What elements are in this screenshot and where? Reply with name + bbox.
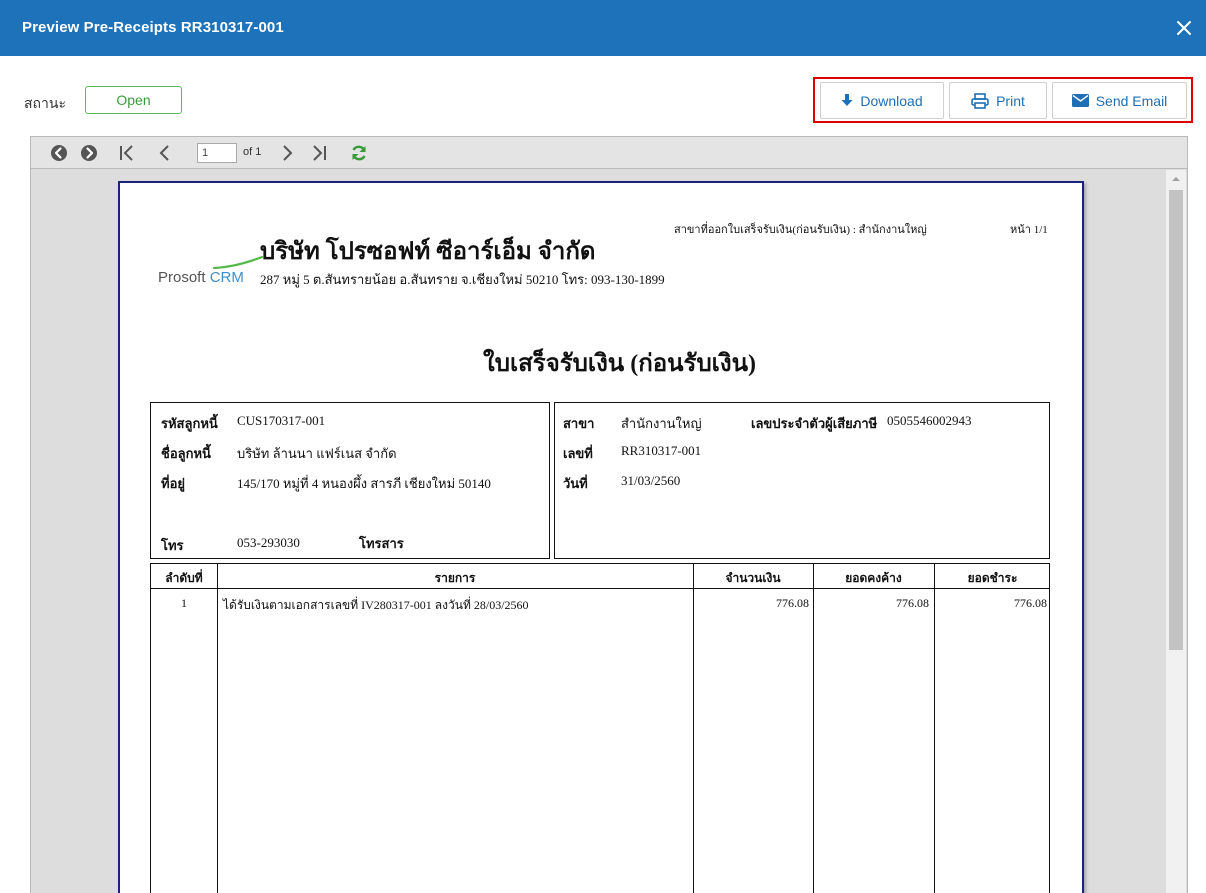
scroll-thumb[interactable] [1169,190,1183,650]
first-page-icon[interactable] [117,143,137,163]
circle-forward-icon[interactable] [79,143,99,163]
table-header-outstanding: ยอดคงค้าง [845,571,902,585]
dialog-title: Preview Pre-Receipts RR310317-001 [22,19,284,36]
table-cell-outstanding: 776.08 [896,596,929,610]
branch-label: สาขา [563,416,595,431]
customer-phone-label: โทร [161,538,184,553]
page-number-input[interactable]: 1 [197,143,237,163]
document-info-box: สาขา สำนักงานใหญ่ เลขประจำตัวผู้เสียภาษี… [554,402,1050,559]
circle-back-icon[interactable] [49,143,69,163]
customer-code-label: รหัสลูกหนี้ [161,416,218,431]
document-date: 31/03/2560 [621,473,681,488]
customer-address: 145/170 หมู่ที่ 4 หนองผึ้ง สารภี เชียงให… [237,476,491,491]
table-cell-index: 1 [181,596,187,610]
document-number: RR310317-001 [621,443,702,458]
customer-name-label: ชื่อลูกหนี้ [161,446,211,461]
report-viewer-toolbar: 1 of 1 [30,136,1188,169]
document-number-label: เลขที่ [563,446,593,461]
status-badge: Open [85,86,182,114]
branch-value: สำนักงานใหญ่ [621,416,702,431]
table-column-divider [693,564,694,893]
next-page-icon[interactable] [277,143,297,163]
table-column-divider [217,564,218,893]
send-email-button-label: Send Email [1095,92,1168,109]
scroll-up-icon[interactable] [1166,170,1186,188]
customer-code: CUS170317-001 [237,413,326,428]
company-address: 287 หมู่ 5 ต.สันทรายน้อย อ.สันทราย จ.เชี… [260,272,665,287]
prev-page-icon[interactable] [155,143,175,163]
table-column-divider [813,564,814,893]
customer-address-label: ที่อยู่ [161,476,185,491]
customer-name: บริษัท ล้านนา แฟร์เนส จำกัด [237,446,397,461]
envelope-icon [1071,94,1089,107]
customer-fax-label: โทรสาร [359,536,404,551]
company-logo: Prosoft CRM [158,247,268,293]
refresh-icon[interactable] [349,143,369,163]
table-header-amount: จำนวนเงิน [725,571,781,585]
print-button[interactable]: Print [949,82,1047,119]
tax-id-label: เลขประจำตัวผู้เสียภาษี [751,416,878,431]
document-title: ใบเสร็จรับเงิน (ก่อนรับเงิน) [483,351,756,377]
table-header-divider [151,588,1049,589]
dialog-title-bar: Preview Pre-Receipts RR310317-001 [0,0,1206,56]
print-icon [971,92,989,109]
table-header-paid: ยอดชำระ [967,571,1018,585]
download-button[interactable]: Download [820,82,944,119]
table-cell-description: ได้รับเงินตามเอกสารเลขที่ IV280317-001 ล… [223,598,529,612]
tax-id-value: 0505546002943 [887,413,972,428]
customer-info-box: รหัสลูกหนี้ CUS170317-001 ชื่อลูกหนี้ บร… [150,402,550,559]
issuing-branch: สาขาที่ออกใบเสร็จรับเงิน(ก่อนรับเงิน) : … [674,224,927,236]
customer-phone: 053-293030 [237,535,300,550]
close-icon[interactable] [1174,18,1194,38]
table-header-description: รายการ [434,571,476,585]
page-number: หน้า 1/1 [1010,224,1048,236]
company-name: บริษัท โปรซอฟท์ ซีอาร์เอ็ม จำกัด [260,239,596,265]
last-page-icon[interactable] [309,143,329,163]
page-total-label: of 1 [243,146,262,158]
download-button-label: Download [860,92,923,109]
download-arrow-icon [841,94,853,106]
items-table: ลำดับที่ รายการ จำนวนเงิน ยอดคงค้าง ยอดช… [150,563,1050,893]
send-email-button[interactable]: Send Email [1052,82,1187,119]
table-cell-paid: 776.08 [1014,596,1047,610]
logo-text: Prosoft CRM [158,269,244,286]
logo-text-accent: CRM [209,269,244,286]
status-label: สถานะ [24,95,66,111]
receipt-document-page: Prosoft CRM บริษัท โปรซอฟท์ ซีอาร์เอ็ม จ… [118,181,1084,893]
table-cell-amount: 776.08 [776,596,809,610]
print-button-label: Print [996,92,1025,109]
table-column-divider [934,564,935,893]
viewer-scrollbar[interactable] [1166,170,1186,893]
logo-text-main: Prosoft [158,269,206,286]
document-date-label: วันที่ [563,476,588,491]
table-header-index: ลำดับที่ [165,571,203,585]
